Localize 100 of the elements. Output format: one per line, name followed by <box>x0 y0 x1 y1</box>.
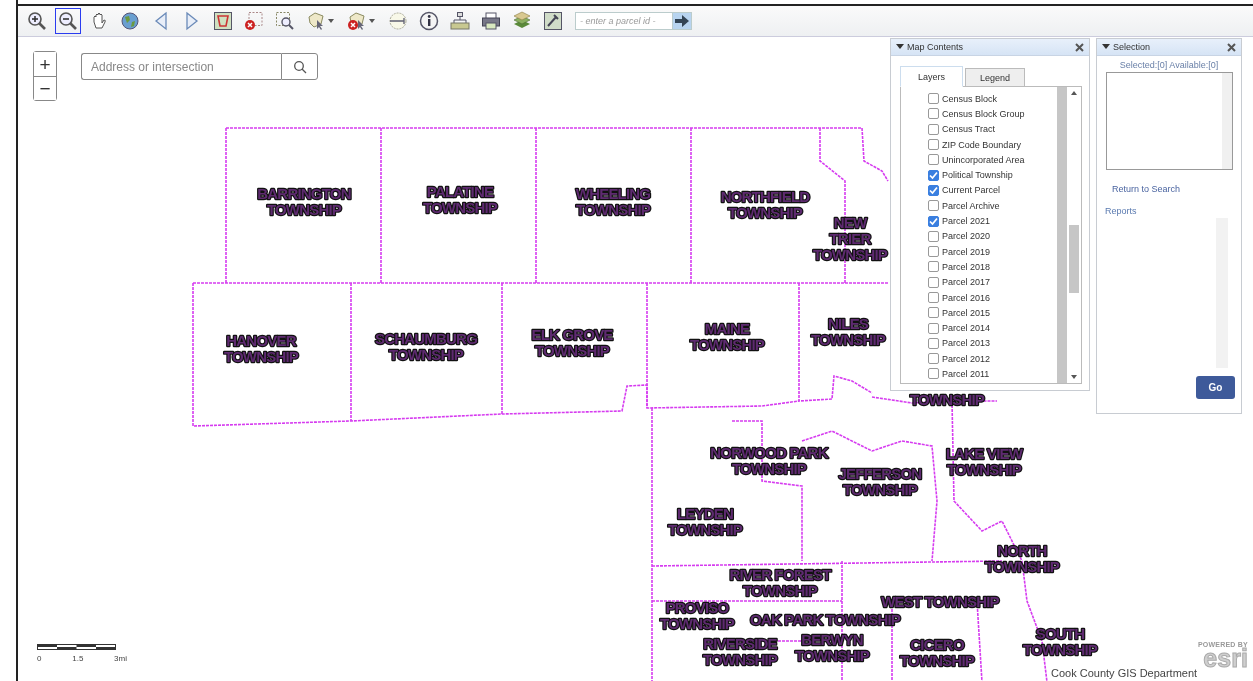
panel-title: Map Contents <box>907 42 964 52</box>
address-search-field[interactable]: Address or intersection <box>81 53 281 80</box>
close-icon <box>1227 42 1236 52</box>
select-shape-icon <box>308 12 334 30</box>
zoom-to-selection-icon <box>276 12 294 30</box>
zoom-out-button[interactable]: − <box>34 76 56 100</box>
forward-arrow-icon <box>186 11 199 31</box>
submit-button[interactable] <box>672 12 692 30</box>
layer-label: Parcel 2021 <box>942 216 991 226</box>
arrow-right-icon <box>675 15 689 27</box>
layer-label: ZIP Code Boundary <box>942 139 1021 150</box>
scale-label: 3mi <box>114 654 127 663</box>
layer-label: Unincorporated Area <box>942 154 1025 165</box>
measure-icon <box>389 12 407 30</box>
toolbar-button[interactable] <box>55 8 81 34</box>
checkbox[interactable] <box>928 154 939 166</box>
township-label: JEFFERSON TOWNSHIP <box>838 465 922 498</box>
close-icon <box>1075 42 1084 52</box>
layer-label: Census Tract <box>942 124 996 135</box>
tab[interactable]: Layers <box>900 66 963 87</box>
back-arrow-icon <box>154 11 167 31</box>
panel-title: Selection <box>1113 42 1151 52</box>
search-button[interactable] <box>281 53 318 80</box>
checkbox[interactable] <box>928 215 939 227</box>
layer-label: Political Township <box>942 170 1013 181</box>
township-label: OAK PARK TOWNSHIP <box>750 611 900 628</box>
scroll-down-icon <box>1071 375 1077 379</box>
search-icon <box>293 60 307 74</box>
township-label: NEW TRIER TOWNSHIP <box>812 214 888 263</box>
layer-label: Parcel 2016 <box>942 292 991 303</box>
reports-heading: Reports <box>1105 206 1138 216</box>
township-label: PROVISO TOWNSHIP <box>659 599 735 632</box>
township-label: NILES TOWNSHIP <box>810 315 886 348</box>
township-label: NORWOOD PARK TOWNSHIP <box>710 444 828 477</box>
township-label: WHEELING TOWNSHIP <box>575 185 651 218</box>
return-to-search-link[interactable]: Return to Search <box>1112 184 1241 194</box>
globe-icon <box>121 12 139 30</box>
township-label: BARRINGTON TOWNSHIP <box>257 185 351 218</box>
township-label: NORTHFIELD TOWNSHIP <box>720 188 810 221</box>
printer-icon <box>482 12 500 30</box>
checkbox[interactable] <box>928 184 939 196</box>
caret-icon <box>896 44 904 49</box>
checkbox[interactable] <box>928 123 939 135</box>
remove-shape-icon <box>348 12 375 30</box>
scale-label: 0 <box>37 654 42 663</box>
layer-label: Census Block <box>942 93 998 104</box>
scale-label: 1.5 <box>72 654 84 663</box>
township-label: NORTH TOWNSHIP <box>984 542 1060 575</box>
checkbox[interactable] <box>928 276 939 288</box>
township-label: RIVERSIDE TOWNSHIP <box>702 635 778 668</box>
layer-label: Parcel 2017 <box>942 277 991 288</box>
go-button[interactable]: Go <box>1196 376 1235 399</box>
checkbox[interactable] <box>928 139 939 151</box>
township-label: MAINE TOWNSHIP <box>689 320 765 353</box>
attribution-text: Cook County GIS Department <box>1051 667 1198 679</box>
map-extent-icon <box>214 12 232 30</box>
checkbox[interactable] <box>928 200 939 212</box>
clear-selection-icon <box>245 12 263 30</box>
layer-label: Parcel 2018 <box>942 261 991 272</box>
township-label: LEYDEN TOWNSHIP <box>667 505 743 538</box>
zoom-out-icon <box>59 12 77 30</box>
layer-label: Parcel 2011 <box>942 369 990 379</box>
zoom-in-icon <box>28 12 46 30</box>
township-label: RIVER FOREST TOWNSHIP <box>729 566 831 599</box>
township-label: SCHAUMBURG TOWNSHIP <box>375 330 477 363</box>
layer-label: Parcel 2013 <box>942 338 991 349</box>
checkbox[interactable] <box>928 230 939 242</box>
township-label: WEST TOWNSHIP <box>881 593 999 610</box>
layer-label: Parcel Archive <box>942 200 1000 211</box>
township-label: TOWNSHIP <box>909 391 985 408</box>
selection-count: Selected:[0] Available:[0] <box>1118 60 1220 70</box>
checkbox[interactable] <box>928 307 939 319</box>
layers-icon <box>513 11 531 28</box>
township-label: PALATINE TOWNSHIP <box>422 183 498 216</box>
checkbox[interactable] <box>928 322 939 334</box>
checkbox[interactable] <box>928 169 939 181</box>
layer-label: Parcel 2012 <box>942 353 991 364</box>
scrollbar-thumb[interactable] <box>1069 225 1079 293</box>
checkbox[interactable] <box>928 93 939 105</box>
layer-label: Census Block Group <box>942 108 1025 119</box>
checkbox[interactable] <box>928 337 939 349</box>
info-icon <box>419 11 439 31</box>
layer-label: Parcel 2015 <box>942 307 991 318</box>
parcel-id-field[interactable]: - enter a parcel id - <box>575 12 673 30</box>
checkbox[interactable] <box>928 108 939 120</box>
hand-icon <box>93 12 106 29</box>
layer-label: Parcel 2020 <box>942 231 991 242</box>
layer-label: Parcel 2019 <box>942 246 991 257</box>
checkbox[interactable] <box>928 246 939 258</box>
caret-icon <box>1102 44 1110 49</box>
checkbox[interactable] <box>928 353 939 365</box>
township-label: LAKE VIEW TOWNSHIP <box>945 445 1023 478</box>
layer-label: Current Parcel <box>942 185 1001 196</box>
scroll-up-icon <box>1071 91 1077 95</box>
tab[interactable]: Legend <box>965 68 1026 87</box>
township-label: SOUTH TOWNSHIP <box>1022 625 1098 658</box>
checkbox[interactable] <box>928 368 939 380</box>
checkbox[interactable] <box>928 292 939 303</box>
selection-list[interactable] <box>1106 72 1233 170</box>
checkbox[interactable] <box>928 261 939 273</box>
